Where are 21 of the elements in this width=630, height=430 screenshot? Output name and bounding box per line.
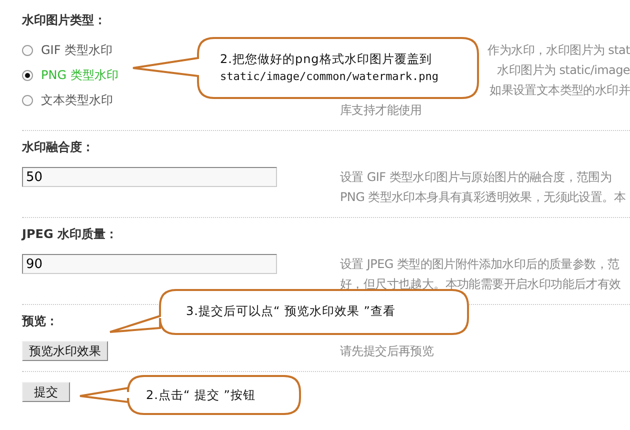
description-text: 请先提交后再预览 <box>340 343 434 360</box>
submit-button[interactable]: 提交 <box>22 382 70 402</box>
description-text: 设置 JPEG 类型的图片附件添加水印后的质量参数，范 <box>340 256 620 273</box>
radio-option[interactable]: GIF 类型水印 <box>22 40 113 60</box>
section-title: 水印图片类型： <box>22 12 106 29</box>
description-text: PNG 类型水印本身具有真彩透明效果，无须此设置。本 <box>340 189 626 206</box>
radio-option[interactable]: 文本类型水印 <box>22 90 113 110</box>
preview-button[interactable]: 预览水印效果 <box>22 341 108 361</box>
section-title: 预览： <box>22 313 58 330</box>
section-title: JPEG 水印质量： <box>22 226 118 243</box>
description-text: 作为水印，水印图片为 stat <box>488 42 630 59</box>
callout-text: 3.提交后可以点“ 预览水印效果 ”查看 <box>186 303 396 320</box>
callout-text: 2.把您做好的png格式水印图片覆盖到 static/image/common/watermark.png <box>220 51 439 85</box>
description-text: 库支持才能使用 <box>340 102 422 119</box>
input-field[interactable]: 50 <box>22 167 277 187</box>
description-text: 水印图片为 static/image <box>497 62 630 79</box>
description-text: 如果设置文本类型的水印并 <box>490 82 630 99</box>
section-title: 水印融合度： <box>22 139 94 156</box>
description-text: 设置 GIF 类型水印图片与原始图片的融合度，范围为 <box>340 169 612 186</box>
callout-text: 2.点击“ 提交 ”按钮 <box>146 387 256 404</box>
input-field[interactable]: 90 <box>22 254 277 274</box>
